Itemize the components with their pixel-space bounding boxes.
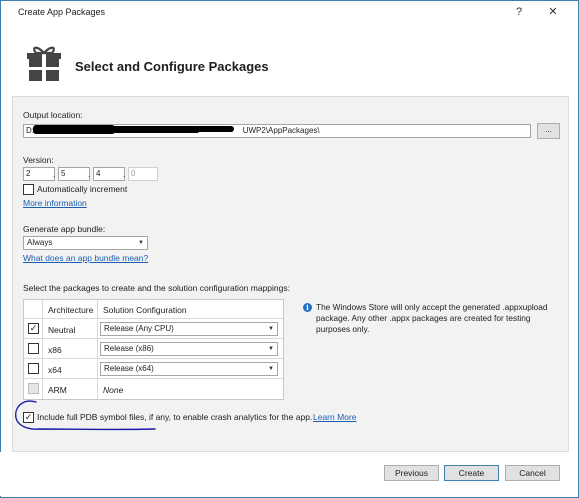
- dropdown-arrow-icon: ▼: [138, 240, 144, 246]
- neutral-checkbox[interactable]: ✓: [28, 323, 39, 334]
- learn-more-link[interactable]: Learn More: [313, 412, 356, 422]
- auto-increment-checkbox[interactable]: [23, 184, 34, 195]
- table-header-architecture: Architecture: [48, 305, 94, 315]
- version-revision-input: 0: [128, 167, 158, 181]
- config-select-x86[interactable]: Release (x86) ▼: [100, 342, 278, 356]
- x86-checkbox[interactable]: [28, 343, 39, 354]
- annotation-circle-mark: [15, 400, 156, 431]
- title-bar: Create App Packages ? ✕: [1, 1, 578, 23]
- output-location-label: Output location:: [23, 110, 83, 120]
- page-title: Select and Configure Packages: [75, 59, 269, 74]
- dropdown-arrow-icon: ▼: [268, 346, 274, 352]
- window-title: Create App Packages: [18, 7, 106, 17]
- dropdown-arrow-icon: ▼: [268, 366, 274, 372]
- arch-x86: x86: [48, 345, 62, 355]
- arch-x64: x64: [48, 365, 62, 375]
- create-button[interactable]: Create: [444, 465, 499, 481]
- info-message: The Windows Store will only accept the g…: [316, 302, 548, 334]
- bundle-select[interactable]: Always ▼: [23, 236, 148, 250]
- version-minor-input[interactable]: 5: [58, 167, 90, 181]
- arch-neutral: Neutral: [48, 325, 76, 335]
- config-select-x64[interactable]: Release (x64) ▼: [100, 362, 278, 376]
- version-label: Version:: [23, 155, 54, 165]
- info-icon: i: [303, 303, 312, 312]
- output-path-end: UWP2\AppPackages\: [242, 126, 320, 135]
- version-separator: .: [123, 169, 126, 179]
- more-information-link[interactable]: More information: [23, 198, 87, 208]
- version-major-input[interactable]: 2: [23, 167, 55, 181]
- version-separator: .: [88, 169, 91, 179]
- config-value: Release (Any CPU): [104, 324, 174, 333]
- redaction-mark: [33, 125, 115, 134]
- gift-icon: [27, 46, 61, 81]
- help-button[interactable]: ?: [505, 3, 533, 21]
- packages-label: Select the packages to create and the so…: [23, 283, 290, 293]
- config-value: Release (x64): [104, 364, 154, 373]
- version-separator: .: [53, 169, 56, 179]
- config-value: Release (x86): [104, 344, 154, 353]
- packages-table: Architecture Solution Configuration ✓ Ne…: [23, 299, 284, 400]
- bundle-label: Generate app bundle:: [23, 224, 106, 234]
- cancel-button[interactable]: Cancel: [505, 465, 560, 481]
- config-arm-none: None: [103, 385, 124, 395]
- previous-button[interactable]: Previous: [384, 465, 439, 481]
- header-panel: Select and Configure Packages: [1, 23, 578, 96]
- arch-arm: ARM: [48, 385, 67, 395]
- x64-checkbox[interactable]: [28, 363, 39, 374]
- bundle-info-link[interactable]: What does an app bundle mean?: [23, 253, 148, 263]
- redaction-mark: [112, 126, 200, 133]
- auto-increment-label: Automatically increment: [37, 184, 128, 194]
- browse-button[interactable]: ...: [537, 123, 560, 139]
- version-build-input[interactable]: 4: [93, 167, 125, 181]
- config-select-neutral[interactable]: Release (Any CPU) ▼: [100, 322, 278, 336]
- bundle-selected-value: Always: [27, 238, 53, 247]
- dropdown-arrow-icon: ▼: [268, 326, 274, 332]
- table-header-solution-configuration: Solution Configuration: [103, 305, 187, 315]
- redaction-mark: [196, 126, 234, 132]
- arm-checkbox: [28, 383, 39, 394]
- close-button[interactable]: ✕: [539, 3, 567, 21]
